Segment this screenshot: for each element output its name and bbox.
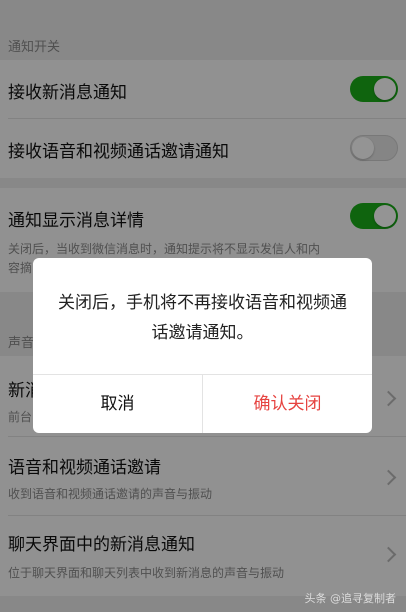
- dialog-message: 关闭后，手机将不再接收语音和视频通话邀请通知。: [58, 293, 347, 343]
- confirm-dialog: 关闭后，手机将不再接收语音和视频通话邀请通知。 取消 确认关闭: [33, 258, 372, 433]
- confirm-close-button[interactable]: 确认关闭: [203, 375, 372, 433]
- watermark: 头条 @追寻复制者: [304, 592, 397, 605]
- cancel-button[interactable]: 取消: [33, 375, 202, 433]
